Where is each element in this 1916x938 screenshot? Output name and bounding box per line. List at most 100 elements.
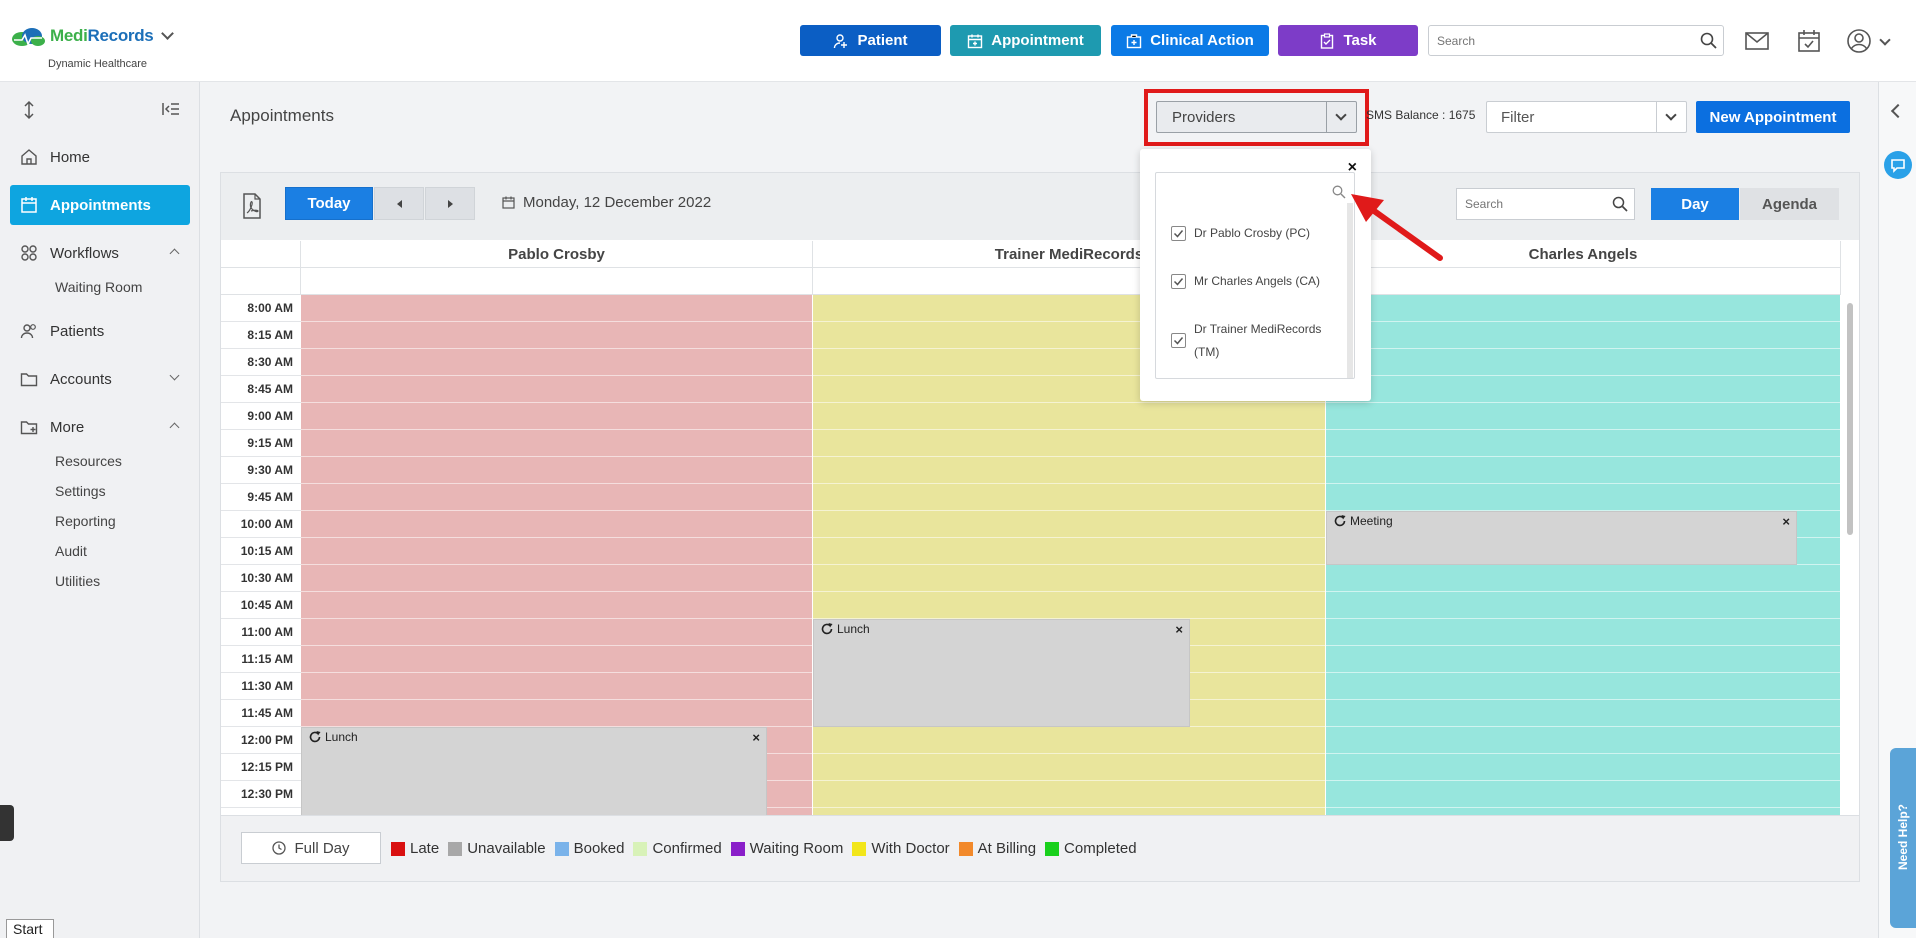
top-header: MediRecords Dynamic Healthcare Patient A…: [0, 0, 1916, 82]
time-slot-label: 10:00 AM: [221, 511, 301, 538]
task-button[interactable]: Task: [1278, 25, 1418, 56]
legend-item: Confirmed: [633, 840, 722, 857]
sidebar-subitem-resources[interactable]: Resources: [55, 453, 122, 469]
full-day-label: Full Day: [294, 839, 350, 857]
sidebar-item-patients[interactable]: Patients: [10, 311, 190, 351]
patient-button[interactable]: Patient: [800, 25, 941, 56]
folder-plus-icon: [20, 421, 38, 435]
patient-button-label: Patient: [857, 32, 908, 49]
recurring-icon: [821, 623, 833, 635]
checkbox-checked[interactable]: [1171, 274, 1186, 289]
today-button[interactable]: Today: [285, 187, 373, 220]
filter-dropdown-toggle[interactable]: [1656, 102, 1686, 132]
clock-icon: [272, 841, 287, 855]
appointment-button-label: Appointment: [991, 32, 1084, 49]
time-slot-label: 10:15 AM: [221, 538, 301, 565]
sidebar-item-more[interactable]: More: [10, 407, 190, 447]
legend-swatch: [852, 841, 867, 856]
mail-icon[interactable]: [1744, 28, 1770, 54]
chevron-down-icon: [1665, 109, 1677, 121]
sidebar-item-appointments[interactable]: Appointments: [10, 185, 190, 225]
time-slot-label: 11:15 AM: [221, 646, 301, 673]
provider-option[interactable]: Dr Trainer MediRecords (TM): [1171, 318, 1341, 364]
logo-records-text: Records: [87, 26, 154, 45]
search-icon[interactable]: [1612, 196, 1628, 212]
chat-icon[interactable]: [1884, 151, 1912, 179]
time-slot-label: 8:30 AM: [221, 349, 301, 376]
user-account-icon[interactable]: [1846, 28, 1872, 54]
need-help-tab[interactable]: Need Help?: [1890, 748, 1916, 928]
time-slot-label: 12:45 PM: [221, 808, 301, 815]
close-icon[interactable]: ×: [752, 730, 760, 745]
pdf-icon[interactable]: [240, 193, 264, 219]
recurring-icon: [309, 731, 321, 743]
calendar-add-icon: [968, 34, 983, 48]
legend-label: Booked: [573, 840, 625, 857]
provider-column[interactable]: Meeting ×: [1326, 295, 1841, 815]
appointment-button[interactable]: Appointment: [950, 25, 1101, 56]
medirecords-logo[interactable]: MediRecords: [10, 26, 175, 47]
home-icon: [21, 149, 37, 165]
previous-day-button[interactable]: [374, 187, 424, 220]
sidebar-subitem-waiting-room[interactable]: Waiting Room: [55, 279, 142, 295]
search-icon[interactable]: [1700, 32, 1717, 49]
recurring-icon: [1334, 515, 1346, 527]
calendar-search-input[interactable]: [1457, 189, 1597, 219]
chevron-up-icon: [169, 248, 180, 259]
side-widget-tab[interactable]: [0, 805, 14, 841]
next-day-button[interactable]: [425, 187, 475, 220]
need-help-label: Need Help?: [1896, 803, 1910, 870]
calendar-scrollbar[interactable]: [1841, 295, 1859, 815]
logo-subtitle: Dynamic Healthcare: [48, 58, 148, 70]
sidebar-subitem-utilities[interactable]: Utilities: [55, 573, 100, 589]
sidebar-subitem-audit[interactable]: Audit: [55, 543, 87, 559]
current-date[interactable]: Monday, 12 December 2022: [502, 194, 711, 211]
calendar-event[interactable]: Lunch ×: [813, 619, 1190, 727]
legend-items: Late Unavailable Booked Confirmed Waiting Ro…: [391, 840, 1137, 857]
calendar-event[interactable]: Meeting ×: [1326, 511, 1797, 565]
checkbox-checked[interactable]: [1171, 333, 1186, 348]
collapse-sidebar-icon[interactable]: [162, 102, 180, 116]
time-slot-label: 8:00 AM: [221, 295, 301, 322]
close-icon[interactable]: ×: [1175, 622, 1183, 637]
legend-item: Waiting Room: [730, 840, 843, 857]
time-slot-label: 9:15 AM: [221, 430, 301, 457]
start-button[interactable]: Start: [6, 919, 54, 938]
clinical-action-button[interactable]: Clinical Action: [1111, 25, 1269, 56]
expand-vertical-icon[interactable]: [22, 100, 36, 120]
global-search-input[interactable]: [1429, 26, 1679, 55]
sidebar-item-home[interactable]: Home: [10, 137, 190, 177]
provider-column[interactable]: Lunch ×: [301, 295, 813, 815]
calendar-check-icon[interactable]: [1796, 28, 1822, 54]
calendar-event[interactable]: Lunch ×: [301, 727, 767, 815]
provider-option[interactable]: Mr Charles Angels (CA): [1171, 270, 1341, 293]
chevron-down-icon: [169, 370, 180, 381]
sidebar-item-workflows[interactable]: Workflows: [10, 233, 190, 273]
provider-option[interactable]: Dr Pablo Crosby (PC): [1171, 222, 1341, 245]
new-appointment-button[interactable]: New Appointment: [1696, 101, 1850, 133]
grid-header-time: [221, 241, 301, 295]
clipboard-icon: [1321, 32, 1334, 49]
legend-swatch: [958, 841, 973, 856]
sidebar-subitem-reporting[interactable]: Reporting: [55, 513, 116, 529]
checkbox-checked[interactable]: [1171, 226, 1186, 241]
chevron-down-icon[interactable]: [161, 27, 175, 40]
close-icon[interactable]: ×: [1782, 514, 1790, 529]
event-label: Lunch: [308, 730, 358, 744]
search-icon[interactable]: [1332, 185, 1346, 199]
full-day-button[interactable]: Full Day: [241, 832, 381, 864]
patients-icon: [20, 324, 36, 339]
sidebar-subitem-settings[interactable]: Settings: [55, 483, 106, 499]
legend-item: Completed: [1045, 840, 1137, 857]
logo-medi-text: Medi: [50, 26, 88, 45]
scrollbar-thumb[interactable]: [1847, 303, 1853, 535]
sidebar-item-accounts[interactable]: Accounts: [10, 359, 190, 399]
time-slot-label: 11:30 AM: [221, 673, 301, 700]
filter-select[interactable]: Filter: [1486, 101, 1687, 133]
time-slot-label: 9:45 AM: [221, 484, 301, 511]
sidebar-item-label: Appointments: [50, 196, 151, 214]
agenda-view-button[interactable]: Agenda: [1740, 188, 1839, 220]
chevron-down-icon[interactable]: [1879, 34, 1891, 46]
day-view-button[interactable]: Day: [1651, 188, 1739, 220]
legend-swatch: [730, 841, 745, 856]
